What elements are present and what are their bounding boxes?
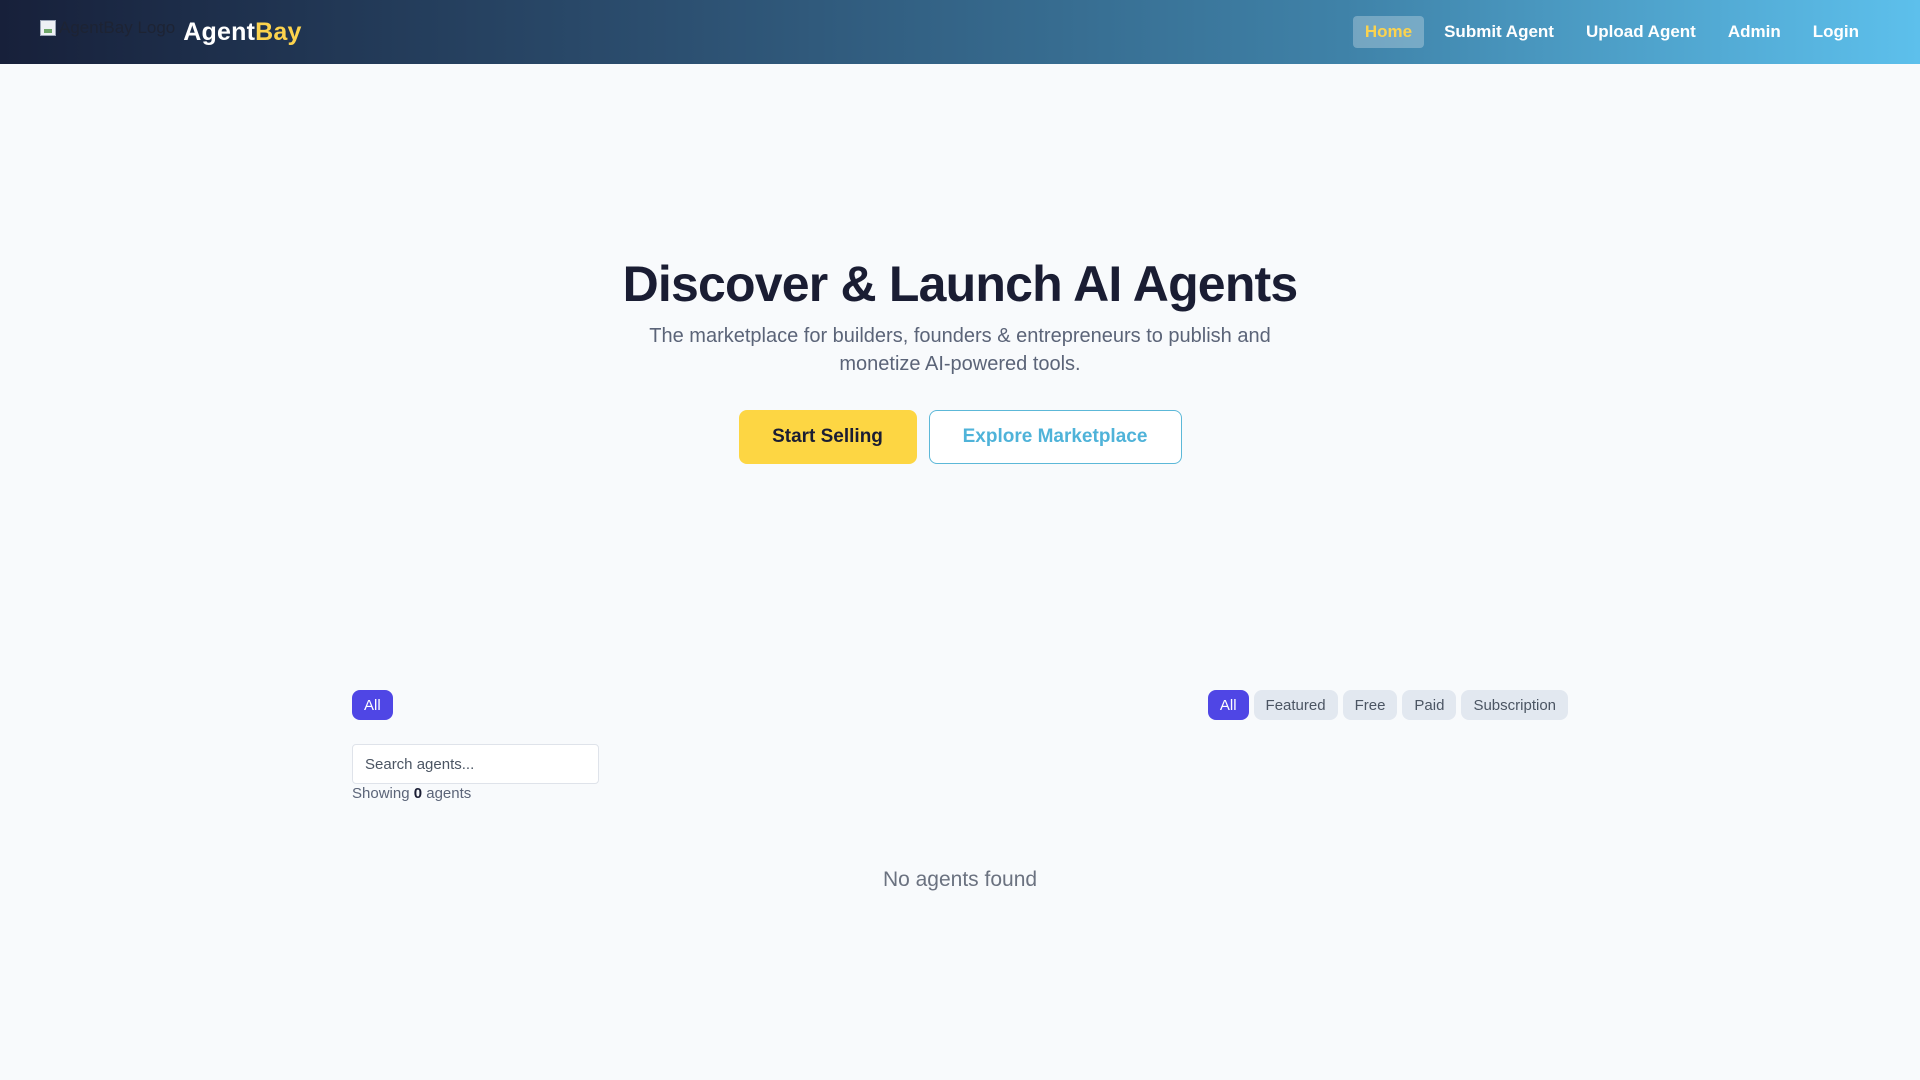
logo-image: AgentBay Logo (40, 18, 175, 38)
nav-submit-agent[interactable]: Submit Agent (1432, 16, 1566, 48)
type-filter-bar: All Featured Free Paid Subscription (1207, 690, 1568, 720)
brand-name-accent: Bay (255, 17, 302, 46)
type-pill-all[interactable]: All (1207, 690, 1249, 720)
result-count-prefix: Showing (352, 785, 410, 802)
type-pill-paid[interactable]: Paid (1402, 690, 1457, 720)
nav-admin[interactable]: Admin (1716, 16, 1793, 48)
explore-marketplace-button[interactable]: Explore Marketplace (928, 410, 1182, 464)
nav-upload-agent[interactable]: Upload Agent (1574, 16, 1708, 48)
brand-name[interactable]: AgentBay (183, 18, 301, 47)
hero-actions: Start Selling Explore Marketplace (0, 410, 1920, 464)
search-input[interactable] (352, 744, 599, 784)
result-count-number: 0 (413, 785, 423, 802)
empty-state-message: No agents found (882, 868, 1038, 891)
type-pill-featured[interactable]: Featured (1253, 690, 1338, 720)
category-filter-bar: All (352, 690, 393, 720)
main-nav: Home Submit Agent Upload Agent Admin Log… (1352, 16, 1871, 48)
top-navbar: AgentBay Logo AgentBay Home Submit Agent… (0, 0, 1920, 64)
type-pill-subscription[interactable]: Subscription (1461, 690, 1568, 720)
result-count: Showing 0 agents (352, 785, 471, 802)
nav-login[interactable]: Login (1801, 16, 1871, 48)
start-selling-button[interactable]: Start Selling (738, 410, 917, 464)
logo-alt-text: AgentBay Logo (59, 18, 176, 37)
brand-name-primary: Agent (183, 17, 256, 46)
hero-subtitle: The marketplace for builders, founders &… (649, 325, 1271, 375)
nav-home[interactable]: Home (1352, 16, 1425, 48)
result-count-suffix: agents (426, 785, 472, 802)
hero-title: Discover & Launch AI Agents (622, 256, 1299, 312)
broken-image-icon (40, 20, 56, 36)
type-pill-free[interactable]: Free (1342, 690, 1398, 720)
category-pill-all[interactable]: All (352, 690, 393, 720)
brand[interactable]: AgentBay Logo AgentBay (40, 18, 302, 47)
